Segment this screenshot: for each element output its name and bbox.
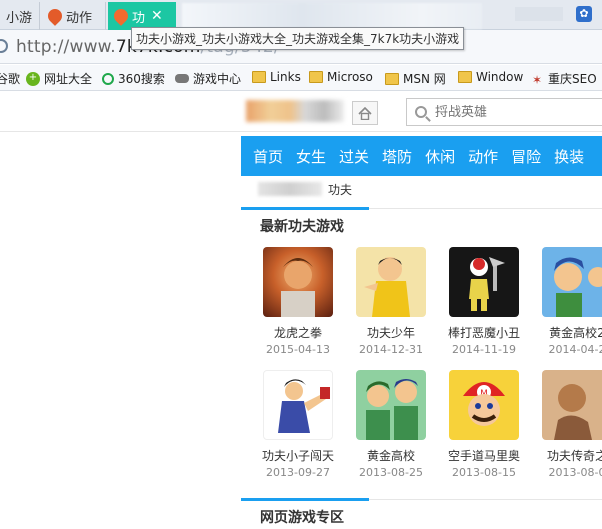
chongqing-icon: ✶ (532, 72, 543, 87)
paw-icon[interactable]: ✿ (576, 6, 596, 24)
bookmark-wangzhi[interactable]: + 网址大全 (26, 70, 92, 87)
breadcrumb: 功夫 (258, 178, 352, 200)
game-date: 2014-04-2 (548, 343, 602, 356)
game-thumbnail[interactable] (356, 370, 426, 440)
gamepad-icon (175, 74, 189, 83)
tab-label: 小游 (6, 10, 33, 26)
webgame-section-title: 网页游戏专区 (241, 498, 602, 529)
game-thumbnail[interactable] (542, 370, 602, 440)
game-thumbnail[interactable] (263, 247, 333, 317)
bookmark-chongqing-seo[interactable]: ✶ 重庆SEO (532, 70, 597, 87)
game-card[interactable]: 功夫少年 2014-12-31 (346, 247, 436, 356)
game-date: 2013-08-15 (452, 466, 516, 479)
breadcrumb-current: 功夫 (328, 182, 353, 197)
folder-icon (309, 71, 323, 83)
game-card[interactable]: 黄金高校 2013-08-25 (346, 370, 436, 479)
latest-games-section-title: 最新功夫游戏 (241, 207, 602, 238)
360-ring-icon (102, 72, 114, 85)
bookmark-360[interactable]: 360搜索 (102, 70, 165, 87)
game-title[interactable]: 功夫传奇之 (532, 447, 602, 464)
game-date: 2015-04-13 (266, 343, 330, 356)
game-thumbnail[interactable] (263, 370, 333, 440)
balloon-icon (111, 6, 131, 26)
blurred-tab (515, 7, 563, 21)
game-card[interactable]: 棒打恶魔小丑 2014-11-19 (439, 247, 529, 356)
game-date: 2013-08-25 (359, 466, 423, 479)
blurred-tabs (182, 3, 482, 29)
close-icon[interactable]: ✕ (151, 8, 163, 24)
game-date: 2013-09-27 (266, 466, 330, 479)
game-title[interactable]: 棒打恶魔小丑 (439, 324, 529, 341)
balloon-icon (45, 6, 65, 26)
game-card[interactable]: 功夫传奇之 2013-08-0 (532, 370, 602, 479)
game-title[interactable]: 空手道马里奥 (439, 447, 529, 464)
game-date: 2014-11-19 (452, 343, 516, 356)
tab-label: 功 (132, 10, 146, 26)
game-card[interactable]: M 空手道马里奥 2013-08-15 (439, 370, 529, 479)
tab-dongzuo[interactable]: 动作 (42, 2, 106, 30)
tab-label: 动作 (66, 10, 93, 26)
nav-dressup[interactable]: 换装 (554, 146, 584, 167)
browser-tab-strip: 小游 动作 功 ✕ ✿ (0, 0, 602, 30)
game-thumbnail[interactable] (542, 247, 602, 317)
folder-icon (458, 71, 472, 83)
game-title[interactable]: 功夫小子闯天 (253, 447, 343, 464)
web-page: 首页 女生 过关 塔防 休闲 动作 冒险 换装 功夫 最新功夫游戏 龙虎之拳 2… (0, 92, 602, 526)
folder-icon (385, 72, 399, 85)
tab-title-tooltip: 功夫小游戏_功夫小游戏大全_功夫游戏全集_7k7k功夫小游戏 (131, 27, 465, 50)
breadcrumb-blurred-link[interactable] (258, 182, 322, 196)
green-plus-icon: + (26, 71, 40, 86)
site-logo[interactable] (246, 100, 344, 122)
bookmark-msn[interactable]: MSN 网 (385, 70, 446, 87)
nav-girls[interactable]: 女生 (296, 146, 326, 167)
nav-casual[interactable]: 休闲 (425, 146, 455, 167)
bookmarks-bar: 谷歌 +网址大全 360搜索 游戏中心 Links Microso MSN 网 … (0, 65, 602, 91)
game-card[interactable]: 龙虎之拳 2015-04-13 (253, 247, 343, 356)
game-search[interactable] (406, 98, 602, 126)
tab-xiaoyou[interactable]: 小游 (0, 2, 40, 30)
nav-adventure[interactable]: 冒险 (511, 146, 541, 167)
section-heading: 最新功夫游戏 (260, 219, 344, 235)
game-title[interactable]: 龙虎之拳 (253, 324, 343, 341)
game-thumbnail[interactable] (449, 247, 519, 317)
bookmark-windows[interactable]: Window (458, 70, 523, 84)
nav-levels[interactable]: 过关 (339, 146, 369, 167)
game-date: 2013-08-0 (548, 466, 602, 479)
home-icon (358, 106, 372, 120)
game-card[interactable]: 功夫小子闯天 2013-09-27 (253, 370, 343, 479)
game-title[interactable]: 黄金高校 (346, 447, 436, 464)
game-thumbnail[interactable] (356, 247, 426, 317)
game-title[interactable]: 黄金高校2 (532, 324, 602, 341)
search-icon (415, 106, 427, 118)
nav-tower-defense[interactable]: 塔防 (382, 146, 412, 167)
bookmark-links[interactable]: Links (252, 70, 301, 84)
bookmark-google[interactable]: 谷歌 (0, 70, 20, 87)
folder-icon (252, 71, 266, 83)
game-title[interactable]: 功夫少年 (346, 324, 436, 341)
game-date: 2014-12-31 (359, 343, 423, 356)
home-button[interactable] (352, 101, 378, 125)
nav-action[interactable]: 动作 (468, 146, 498, 167)
game-card[interactable]: 黄金高校2 2014-04-2 (532, 247, 602, 356)
search-input[interactable] (435, 104, 585, 120)
tab-gongfu-active[interactable]: 功 ✕ (108, 2, 176, 30)
nav-home[interactable]: 首页 (253, 146, 283, 167)
bookmark-game-center[interactable]: 游戏中心 (175, 70, 241, 87)
category-nav: 首页 女生 过关 塔防 休闲 动作 冒险 换装 (241, 136, 602, 176)
page-header (0, 92, 602, 132)
globe-icon (0, 39, 8, 53)
bookmark-microsoft[interactable]: Microso (309, 70, 373, 84)
section-heading: 网页游戏专区 (260, 510, 344, 526)
game-thumbnail[interactable]: M (449, 370, 519, 440)
